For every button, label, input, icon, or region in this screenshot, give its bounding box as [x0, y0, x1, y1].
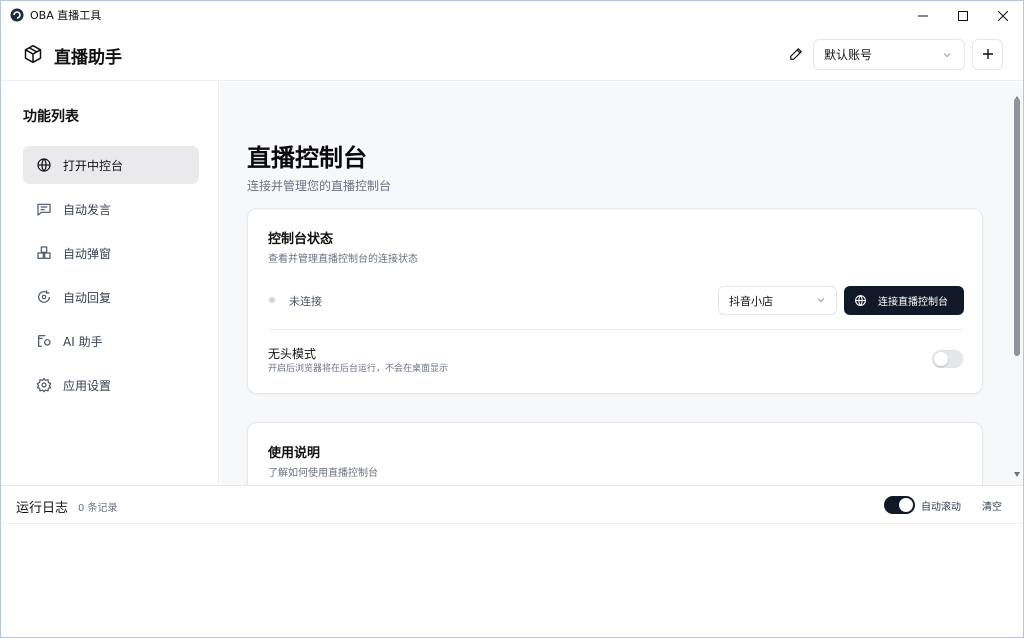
log-title: 运行日志 — [16, 501, 69, 516]
window-title: OBA 直播工具 — [30, 9, 102, 22]
platform-select-value: 抖音小店 — [729, 294, 773, 308]
card-title: 使用说明 — [268, 446, 321, 461]
sidebar-item-label: 自动弹窗 — [63, 246, 112, 261]
sidebar-item-auto-reply[interactable]: 自动回复 — [23, 278, 199, 316]
brand: 直播助手 — [23, 43, 122, 68]
platform-select[interactable]: 抖音小店 — [718, 286, 837, 315]
card-subtitle: 查看并管理直播控制台的连接状态 — [268, 254, 418, 265]
scrollbar-thumb[interactable] — [1014, 98, 1020, 356]
toggle-knob — [899, 498, 913, 512]
headless-mode-description: 开启后浏览器将在后台运行，不会在桌面显示 — [268, 364, 449, 374]
gear-icon — [36, 377, 52, 393]
globe-icon — [854, 294, 867, 307]
maximize-icon — [958, 6, 968, 25]
pencil-icon — [789, 46, 803, 65]
app-header: 直播助手 默认账号 — [1, 29, 1023, 81]
page-title: 直播控制台 — [247, 144, 367, 172]
account-select[interactable]: 默认账号 — [813, 39, 965, 70]
connection-status: 未连接 — [289, 295, 322, 308]
log-count: 0 条记录 — [78, 503, 118, 514]
title-bar: OBA 直播工具 — [1, 1, 1023, 29]
sidebar-item-label: 打开中控台 — [63, 158, 124, 173]
box-icon — [23, 44, 43, 68]
minimize-button[interactable] — [903, 1, 943, 29]
page-subtitle: 连接并管理您的直播控制台 — [247, 179, 392, 193]
app-window: OBA 直播工具 直播助手 默认账号 功能列表 打开中控台 自动发言 自动弹窗 … — [0, 0, 1024, 638]
sidebar-item-settings[interactable]: 应用设置 — [23, 366, 199, 404]
auto-scroll-toggle[interactable] — [884, 496, 915, 514]
sidebar-item-console[interactable]: 打开中控台 — [23, 146, 199, 184]
ai-assistant-icon — [36, 333, 52, 349]
sidebar-nav: 打开中控台 自动发言 自动弹窗 自动回复 AI 助手 应用设置 — [23, 146, 199, 410]
refresh-message-icon — [36, 289, 52, 305]
account-select-value: 默认账号 — [824, 48, 873, 62]
sidebar: 功能列表 打开中控台 自动发言 自动弹窗 自动回复 AI 助手 应用设置 — [1, 82, 219, 485]
minimize-icon — [918, 6, 928, 25]
sidebar-item-auto-message[interactable]: 自动发言 — [23, 190, 199, 228]
card-subtitle: 了解如何使用直播控制台 — [268, 468, 378, 479]
close-icon — [997, 6, 1009, 25]
close-button[interactable] — [983, 1, 1023, 29]
log-header: 运行日志 0 条记录 自动滚动 清空 — [1, 486, 1023, 524]
connect-button-label: 连接直播控制台 — [878, 297, 948, 308]
chevron-down-icon — [942, 49, 952, 63]
scroll-down-icon[interactable] — [1014, 462, 1020, 481]
edit-account-button[interactable] — [787, 46, 805, 64]
plus-icon — [982, 45, 994, 64]
maximize-button[interactable] — [943, 1, 983, 29]
main-scrollbar[interactable] — [1011, 82, 1023, 485]
brand-title: 直播助手 — [54, 48, 122, 68]
main-content: 直播控制台 连接并管理您的直播控制台 控制台状态 查看并管理直播控制台的连接状态… — [220, 82, 1011, 485]
sidebar-item-ai-assistant[interactable]: AI 助手 — [23, 322, 199, 360]
window-controls — [903, 1, 1023, 29]
message-icon — [36, 201, 52, 217]
card-title: 控制台状态 — [268, 232, 334, 247]
connect-console-button[interactable]: 连接直播控制台 — [844, 286, 964, 315]
package-icon — [36, 245, 52, 261]
sidebar-item-auto-popup[interactable]: 自动弹窗 — [23, 234, 199, 272]
headless-mode-toggle[interactable] — [932, 350, 963, 368]
app-logo-icon — [10, 8, 24, 22]
sidebar-title: 功能列表 — [23, 109, 79, 125]
sidebar-item-label: 自动发言 — [63, 202, 112, 217]
auto-scroll-label: 自动滚动 — [921, 502, 961, 513]
headless-mode-title: 无头模式 — [268, 347, 317, 361]
chevron-down-icon — [816, 295, 826, 308]
divider — [268, 329, 964, 330]
clear-log-button[interactable]: 清空 — [982, 498, 1002, 513]
globe-icon — [36, 157, 52, 173]
add-account-button[interactable] — [972, 39, 1003, 70]
sidebar-item-label: AI 助手 — [63, 334, 103, 349]
console-status-card: 控制台状态 查看并管理直播控制台的连接状态 未连接 抖音小店 连接直播控制台 无… — [247, 208, 983, 394]
toggle-knob — [934, 352, 948, 366]
log-panel: 运行日志 0 条记录 自动滚动 清空 — [1, 485, 1023, 637]
usage-guide-card: 使用说明 了解如何使用直播控制台 — [247, 422, 983, 485]
sidebar-item-label: 应用设置 — [63, 378, 112, 393]
sidebar-item-label: 自动回复 — [63, 290, 112, 305]
status-dot — [269, 297, 275, 303]
